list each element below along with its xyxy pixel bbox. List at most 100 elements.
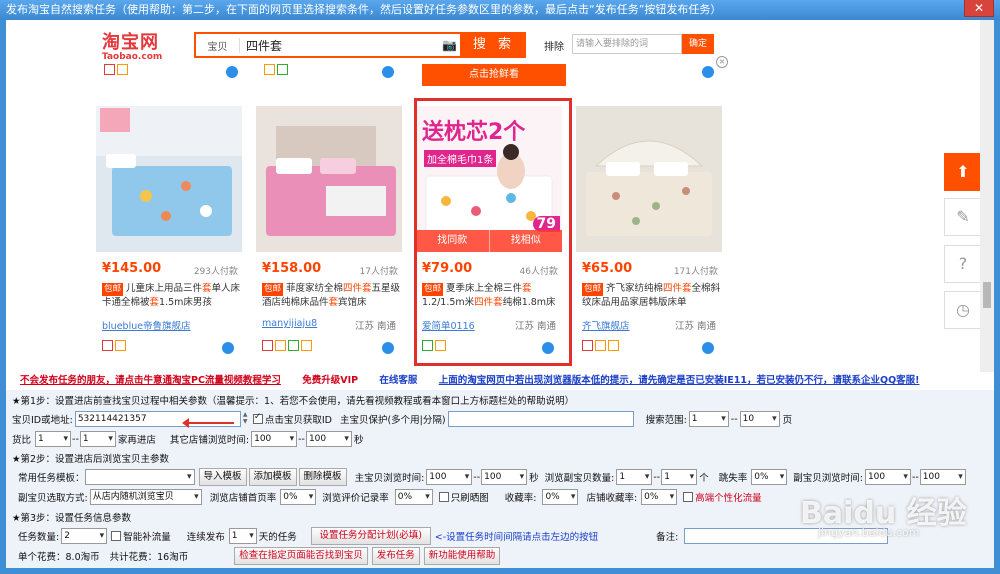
main-from-select[interactable]: 100	[426, 469, 473, 485]
prev-row-tags	[104, 64, 128, 78]
back-to-top-icon[interactable]: ⬆	[944, 153, 982, 191]
shop-fav-select[interactable]: 0%	[641, 489, 678, 505]
other-to-select[interactable]: 100	[305, 431, 352, 447]
support-link[interactable]: 在线客服	[379, 375, 417, 386]
step1-row2: 货比 1 -- 1 家再进店 其它店铺浏览时间: 100 -- 100 秒	[12, 430, 363, 448]
product-title[interactable]: 包邮 菲度家纺全棉四件套五星级酒店纯棉床品件套宾馆床	[262, 282, 402, 309]
personal-checkbox[interactable]	[683, 492, 694, 502]
product-title[interactable]: 包邮 儿童床上用品三件套单人床卡通全棉被套1.5m床男孩	[102, 282, 242, 309]
product-card[interactable]: ¥145.00 293人付款 包邮 儿童床上用品三件套单人床卡通全棉被套1.5m床…	[96, 106, 242, 358]
search-input[interactable]: 四件套	[240, 37, 442, 54]
wangwang-icon[interactable]	[382, 342, 394, 354]
smart-checkbox[interactable]	[111, 531, 122, 541]
window-title: 发布淘宝自然搜索任务（使用帮助：第二步，在下面的网页里选择搜索条件，然后设置好任…	[0, 0, 1000, 20]
help-icon[interactable]: ?	[944, 245, 982, 283]
product-title[interactable]: 包邮 齐飞家纺纯棉四件套全棉斜纹床品用品家居韩版床单	[582, 282, 722, 309]
exclude-input[interactable]: 请输入要排除的词	[572, 34, 682, 54]
template-label: 常用任务模板：	[18, 473, 85, 484]
select-mode-select[interactable]: 从店内随机浏览宝贝	[89, 489, 202, 505]
sub-time-label: 副宝贝浏览时间:	[793, 473, 863, 484]
publish-button[interactable]: 发布任务	[371, 547, 420, 565]
task-parameter-panel: ★第1步：设置进店前查找宝贝过程中相关参数（温馨提示：1、若您不会使用，请先看视…	[6, 390, 994, 568]
taobao-logo[interactable]: 淘宝网 Taobao.com	[102, 28, 162, 62]
location: 江苏 南通	[674, 321, 716, 332]
step2-row1: 常用任务模板： 导入模板 添加模板 删除模板 主宝贝浏览时间: 100 -- 1…	[12, 468, 966, 486]
step2-row2: 副宝贝选取方式: 从店内随机浏览宝贝 浏览店铺首页率 0% 浏览评价记录率 0%…	[12, 488, 762, 506]
shop-link[interactable]: blueblue帝鲁旗舰店	[102, 318, 191, 332]
home-rate-select[interactable]: 0%	[280, 489, 317, 505]
wangwang-icon[interactable]	[702, 66, 714, 78]
product-card[interactable]: ¥65.00 171人付款 包邮 齐飞家纺纯棉四件套全棉斜纹床品用品家居韩版床单 …	[576, 106, 722, 358]
plan-hint: <-设置任务时间间隔请点击左边的按钮	[434, 532, 599, 543]
single-cost: 单个花费：8.0淘币	[18, 552, 100, 563]
search-category-select[interactable]: 宝贝	[196, 37, 240, 53]
range-from-select[interactable]: 1	[688, 411, 729, 427]
taobao-webview[interactable]: 淘宝网 Taobao.com 宝贝 四件套 📷 搜 索 排除 请输入要排除的词 …	[6, 20, 994, 372]
shop-link[interactable]: 齐飞旗舰店	[582, 318, 630, 332]
sec-unit: 秒	[353, 435, 364, 446]
highlight-frame	[414, 98, 572, 366]
annotation-arrow	[180, 418, 234, 428]
sales-count: 171人付款	[673, 267, 718, 277]
continuous-select[interactable]: 1	[228, 528, 257, 544]
ad-close-icon[interactable]: ×	[716, 56, 728, 68]
sub-count-label: 浏览副宝贝数量:	[544, 473, 615, 484]
search-button[interactable]: 搜 索	[462, 32, 526, 58]
exclude-confirm-button[interactable]: 确定	[682, 34, 714, 54]
location: 江苏 南通	[354, 321, 396, 332]
item-id-label: 宝贝ID或地址:	[12, 415, 73, 426]
close-button[interactable]: ✕	[964, 0, 994, 17]
step1-row1: 宝贝ID或地址: 532114421357 ▲▼ 点击宝贝获取ID 主宝贝保护(…	[12, 410, 792, 428]
step3-title: ★第3步：设置任务信息参数	[12, 513, 132, 524]
browser-scrollbar[interactable]	[980, 20, 994, 372]
hot-button[interactable]: 点击抢鲜看	[422, 64, 566, 86]
main-to-select[interactable]: 100	[481, 469, 528, 485]
check-page-button[interactable]: 检查在指定页面能否找到宝贝	[234, 547, 368, 565]
range-to-select[interactable]: 10	[739, 411, 780, 427]
review-rate-label: 浏览评价记录率	[322, 493, 389, 504]
edit-icon[interactable]: ✎	[944, 198, 982, 236]
product-image[interactable]	[256, 106, 402, 252]
subt-to-select[interactable]: 100	[919, 469, 966, 485]
product-card[interactable]: ¥158.00 17人付款 包邮 菲度家纺全棉四件套五星级酒店纯棉床品件套宾馆床 …	[256, 106, 402, 358]
camera-icon[interactable]: 📷	[442, 38, 460, 52]
fetch-id-checkbox[interactable]	[252, 412, 263, 424]
history-icon[interactable]: ◷	[944, 291, 982, 329]
wangwang-icon[interactable]	[382, 66, 394, 78]
other-store-label: 其它店铺浏览时间:	[169, 435, 250, 446]
product-image[interactable]	[576, 106, 722, 252]
fav-rate-select[interactable]: 0%	[542, 489, 579, 505]
template-select[interactable]	[84, 469, 195, 485]
plan-button[interactable]: 设置任务分配计划(必填)	[310, 527, 431, 545]
other-from-select[interactable]: 100	[251, 431, 298, 447]
compare-to-select[interactable]: 1	[79, 431, 116, 447]
protect-input[interactable]	[447, 411, 634, 427]
count-select[interactable]: 2	[61, 528, 108, 544]
total-cost: 共计花费：16淘币	[109, 552, 189, 563]
step2-title: ★第2步：设置进店后浏览宝贝主参数	[12, 454, 170, 465]
compare-from-select[interactable]: 1	[35, 431, 72, 447]
review-rate-select[interactable]: 0%	[394, 489, 433, 505]
bounce-select[interactable]: 0%	[751, 469, 788, 485]
wangwang-icon[interactable]	[702, 342, 714, 354]
import-template-button[interactable]: 导入模板	[198, 468, 247, 486]
continuous-label: 连续发布	[186, 532, 225, 543]
vip-link[interactable]: 免费升级VIP	[302, 375, 358, 386]
shop-link[interactable]: manyijiaju8	[262, 318, 317, 329]
add-template-button[interactable]: 添加模板	[248, 468, 297, 486]
only-images-checkbox[interactable]	[438, 492, 449, 502]
wangwang-icon[interactable]	[226, 66, 238, 78]
product-image[interactable]	[96, 106, 242, 252]
sub-to-select[interactable]: 1	[661, 469, 698, 485]
notice-bar: 不会发布任务的朋友，请点击牛意通淘宝PC流量视频教程学习 免费升级VIP 在线客…	[6, 372, 994, 390]
ie-notice[interactable]: 上面的淘宝网页中若出现浏览器版本低的提示，请先确定是否已安装IE11，若已安装仍…	[439, 375, 920, 386]
new-feature-help-button[interactable]: 新功能使用帮助	[423, 547, 501, 565]
step3-row2: 单个花费：8.0淘币 共计花费：16淘币 检查在指定页面能否找到宝贝 发布任务 …	[12, 547, 501, 565]
subt-from-select[interactable]: 100	[864, 469, 911, 485]
sub-from-select[interactable]: 1	[616, 469, 653, 485]
wangwang-icon[interactable]	[222, 342, 234, 354]
id-spin[interactable]: ▲ ▼	[243, 411, 251, 427]
delete-template-button[interactable]: 删除模板	[298, 468, 347, 486]
prev-row-tags	[264, 64, 288, 78]
tutorial-link[interactable]: 不会发布任务的朋友，请点击牛意通淘宝PC流量视频教程学习	[20, 375, 281, 386]
